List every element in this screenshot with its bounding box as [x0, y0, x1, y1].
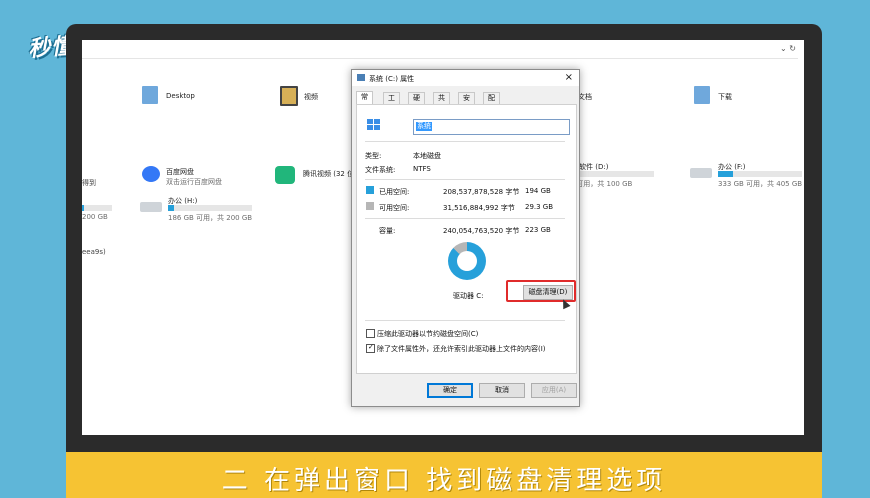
drive-size: 333 GB 可用，共 405 GB	[718, 180, 803, 188]
drive-icon	[357, 74, 365, 81]
drive-size: 186 GB 可用，共 200 GB	[168, 214, 253, 222]
capacity-label: 容量:	[379, 227, 396, 235]
free-gb: 29.3 GB	[525, 203, 554, 211]
checkmark-icon: ✓	[368, 343, 374, 351]
fs-label: 文件系统:	[365, 166, 396, 174]
caption-bar: 二 在弹出窗口 找到磁盘清理选项	[66, 452, 822, 498]
folder-video-icon	[280, 86, 298, 106]
drive-properties-dialog: 系统 (C:) 属性 × 常规 工具 硬件 共享 安全 配额 系统 类型: 本地…	[351, 69, 580, 407]
tencent-video-icon	[275, 166, 295, 184]
address-bar[interactable]	[82, 44, 798, 59]
index-label: 除了文件属性外，还允许索引此驱动器上文件的内容(I)	[377, 345, 546, 353]
dialog-title-bar: 系统 (C:) 属性 ×	[352, 70, 579, 86]
baidu-netdisk-icon	[142, 166, 160, 182]
index-checkbox[interactable]: ✓	[366, 343, 375, 353]
free-color-swatch	[366, 202, 374, 210]
folder-label: Desktop	[166, 92, 195, 100]
capacity-gb: 223 GB	[525, 226, 551, 234]
app-label: 腾讯视频 (32 位	[303, 170, 355, 178]
general-panel: 系统 类型: 本地磁盘 文件系统: NTFS 已用空间: 208,537,878…	[356, 104, 577, 374]
free-label: 可用空间:	[379, 204, 410, 212]
cancel-button[interactable]: 取消	[479, 383, 525, 398]
drive-name-input[interactable]: 系统	[413, 119, 570, 135]
type-value: 本地磁盘	[413, 152, 441, 160]
used-label: 已用空间:	[379, 188, 410, 196]
address-controls[interactable]: ⌄ ↻	[780, 44, 796, 53]
windows-drive-icon	[367, 119, 381, 131]
compress-label: 压缩此驱动器以节约磁盘空间(C)	[377, 330, 479, 338]
close-icon[interactable]: ×	[565, 72, 573, 83]
tab-general[interactable]: 常规	[356, 91, 373, 112]
used-gb: 194 GB	[525, 187, 551, 195]
app-label: 百度网盘	[166, 168, 194, 176]
drive-usage-fill	[82, 205, 84, 211]
divider	[365, 141, 565, 142]
folder-label: 视频	[304, 93, 318, 101]
caption-text: 二 在弹出窗口 找到磁盘清理选项	[221, 466, 667, 496]
folder-download-icon	[694, 86, 710, 104]
drive-usage-bar	[718, 171, 802, 177]
drive-usage-fill	[168, 205, 174, 211]
drive-name-value: 系统	[416, 122, 432, 131]
divider	[365, 320, 565, 321]
drive-letter-label: 驱动器 C:	[453, 292, 484, 300]
compress-checkbox[interactable]	[366, 329, 375, 338]
drive-f-icon	[690, 168, 712, 178]
drive-usage-bar	[82, 205, 112, 211]
truncated-text: eea9s)	[82, 248, 106, 256]
type-label: 类型:	[365, 152, 382, 160]
divider	[365, 179, 565, 180]
truncated-text: 得到	[82, 179, 96, 187]
drive-usage-fill	[718, 171, 734, 177]
folder-label: 文档	[578, 93, 592, 101]
drive-size: 200 GB	[82, 213, 108, 221]
tab-quota[interactable]: 配额	[483, 92, 500, 113]
folder-desktop-icon	[142, 86, 158, 104]
dialog-title: 系统 (C:) 属性	[369, 75, 415, 83]
used-bytes: 208,537,878,528 字节	[443, 188, 520, 196]
drive-usage-bar	[168, 205, 252, 211]
app-sublabel: 双击运行百度网盘	[166, 178, 222, 186]
tab-tools[interactable]: 工具	[383, 92, 400, 113]
capacity-bytes: 240,054,763,520 字节	[443, 227, 520, 235]
apply-button[interactable]: 应用(A)	[531, 383, 577, 398]
folder-label: 下载	[718, 93, 732, 101]
divider	[365, 218, 565, 219]
free-bytes: 31,516,884,992 字节	[443, 204, 515, 212]
fs-value: NTFS	[413, 165, 431, 173]
tab-security[interactable]: 安全	[458, 92, 475, 113]
ok-button[interactable]: 确定	[427, 383, 473, 398]
drive-h-icon	[140, 202, 162, 212]
tab-sharing[interactable]: 共享	[433, 92, 450, 113]
tab-hardware[interactable]: 硬件	[408, 92, 425, 113]
used-color-swatch	[366, 186, 374, 194]
usage-donut-chart	[448, 242, 486, 280]
